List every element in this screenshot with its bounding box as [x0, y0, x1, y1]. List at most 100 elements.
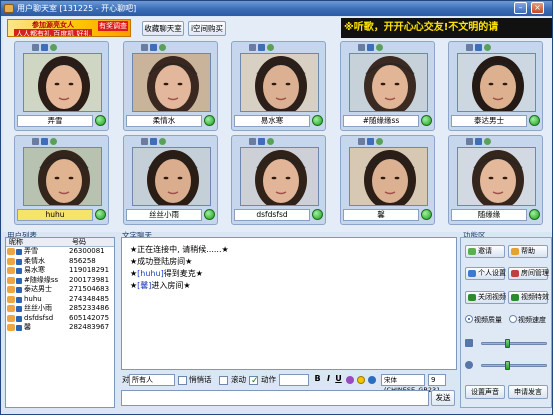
- ad-banner[interactable]: 参加源亮女人 人人都有礼 百度机 好礼 有奖调查: [7, 19, 131, 37]
- camera-icon: [16, 306, 22, 312]
- user-list[interactable]: 昵称 号码 弄雪 26300081 柔情水 856258 易水寒 119018291 #随缘…: [5, 237, 115, 408]
- marquee-banner: ※听歌，开开心心交友!不文明的请: [341, 18, 552, 38]
- mic-slider-thumb[interactable]: [505, 361, 510, 370]
- camera-icon[interactable]: [204, 209, 215, 220]
- volume-slider-track[interactable]: [481, 342, 547, 345]
- avatar-icon: [7, 257, 15, 265]
- cell-status-icons: [358, 138, 385, 146]
- personal-settings-button[interactable]: 个人设置: [465, 267, 506, 280]
- underline-button[interactable]: U: [334, 374, 343, 384]
- video-cell[interactable]: huhu: [14, 135, 109, 225]
- user-list-row[interactable]: 弄雪 26300081: [6, 247, 114, 257]
- video-feed[interactable]: [132, 147, 211, 206]
- mic-slider-track[interactable]: [481, 364, 547, 367]
- video-cell[interactable]: dsfdsfsd: [231, 135, 326, 225]
- userlist-header: 昵称 号码: [6, 238, 114, 247]
- user-list-row[interactable]: dsfdsfsd 605142075: [6, 314, 114, 324]
- user-nickname: 馨: [24, 323, 31, 331]
- user-list-row[interactable]: 泰达男士 271504683: [6, 285, 114, 295]
- online-icon: [484, 138, 491, 145]
- video-cell[interactable]: 泰达男士: [448, 41, 543, 131]
- video-feed[interactable]: [23, 147, 102, 206]
- video-feed[interactable]: [23, 53, 102, 112]
- user-list-row[interactable]: 馨 282483967: [6, 323, 114, 333]
- video-feed[interactable]: [349, 53, 428, 112]
- user-icon: [466, 44, 473, 51]
- close-button[interactable]: ×: [531, 2, 544, 14]
- action-checkbox[interactable]: ✓: [249, 376, 259, 386]
- request-speak-button[interactable]: 申请发言: [508, 385, 548, 399]
- room-manage-button[interactable]: 房间管理: [508, 267, 549, 280]
- video-feed[interactable]: [349, 147, 428, 206]
- microphone-icon: [41, 44, 48, 51]
- video-cell[interactable]: 柔情水: [123, 41, 218, 131]
- camera-icon[interactable]: [204, 115, 215, 126]
- camera-icon[interactable]: [421, 115, 432, 126]
- chat-message: ★[馨]进入房间★: [130, 281, 191, 290]
- video-feed[interactable]: [240, 147, 319, 206]
- video-feed[interactable]: [132, 53, 211, 112]
- video-cell[interactable]: #随缘缘ss: [340, 41, 435, 131]
- camera-icon[interactable]: [95, 209, 106, 220]
- help-button[interactable]: 帮助: [508, 245, 548, 258]
- camera-icon[interactable]: [95, 115, 106, 126]
- online-icon: [267, 44, 274, 51]
- cell-status-icons: [32, 138, 59, 146]
- sound-settings-button[interactable]: 设置声音: [465, 385, 505, 399]
- video-quality-radio[interactable]: [465, 315, 473, 323]
- chat-username[interactable]: [馨]: [137, 281, 151, 290]
- italic-button[interactable]: I: [324, 374, 333, 384]
- send-button[interactable]: 发送: [431, 390, 455, 406]
- user-list-row[interactable]: 柔情水 856258: [6, 257, 114, 267]
- close-video-label: 关闭视频: [478, 293, 506, 301]
- video-effects-button[interactable]: 视频特效: [508, 291, 549, 304]
- font-size-select[interactable]: 9: [428, 374, 446, 386]
- invite-button[interactable]: 邀请: [465, 245, 505, 258]
- camera-icon[interactable]: [421, 209, 432, 220]
- volume-slider-thumb[interactable]: [505, 339, 510, 348]
- camera-icon[interactable]: [529, 115, 540, 126]
- message-input[interactable]: [121, 390, 429, 406]
- video-feed[interactable]: [240, 53, 319, 112]
- font-select[interactable]: 宋体 (CHINESE_GB231: [381, 374, 440, 394]
- user-list-row[interactable]: huhu 274348485: [6, 295, 114, 305]
- action-select[interactable]: [279, 374, 309, 386]
- video-cell[interactable]: 馨: [340, 135, 435, 225]
- title-bar[interactable]: 用户聊天室 [131225 - 开心聊吧] – ×: [1, 1, 552, 16]
- video-cell[interactable]: 弄雪: [14, 41, 109, 131]
- camera-icon[interactable]: [312, 115, 323, 126]
- user-list-row[interactable]: 易水寒 119018291: [6, 266, 114, 276]
- recipient-select[interactable]: 所有人: [129, 374, 175, 386]
- space-purchase-button[interactable]: i空间购买: [188, 21, 226, 36]
- camera-icon[interactable]: [529, 209, 540, 220]
- color-icon[interactable]: [346, 376, 354, 384]
- cell-name: huhu: [17, 209, 93, 221]
- action-label: 动作: [261, 375, 276, 384]
- music-icon[interactable]: [368, 376, 376, 384]
- user-list-row[interactable]: 丝丝小雨 285233486: [6, 304, 114, 314]
- col-nickname[interactable]: 昵称: [9, 238, 23, 247]
- close-video-button[interactable]: 关闭视频: [465, 291, 506, 304]
- private-checkbox[interactable]: [178, 376, 187, 385]
- minimize-button[interactable]: –: [514, 2, 527, 14]
- user-nickname: 泰达男士: [24, 285, 52, 293]
- bold-button[interactable]: B: [313, 374, 322, 384]
- microphone-icon: [475, 138, 482, 145]
- video-cell[interactable]: 丝丝小雨: [123, 135, 218, 225]
- camera-icon[interactable]: [312, 209, 323, 220]
- video-feed[interactable]: [457, 53, 536, 112]
- user-list-row[interactable]: #随缘缘ss 200173981: [6, 276, 114, 286]
- scroll-checkbox[interactable]: [219, 376, 228, 385]
- chat-log[interactable]: ★正在连接中, 请稍候......★ ★成功登陆房间★ ★[huhu]得到麦克★ ★[…: [121, 237, 457, 370]
- user-icon: [249, 138, 256, 145]
- emoticon-icon[interactable]: [357, 376, 365, 384]
- cell-name: 柔情水: [126, 115, 202, 127]
- chat-username[interactable]: [huhu]: [137, 269, 164, 278]
- video-speed-radio[interactable]: [509, 315, 517, 323]
- video-cell[interactable]: 易水寒: [231, 41, 326, 131]
- user-number: 119018291: [69, 266, 110, 274]
- favorite-room-button[interactable]: 收藏聊天室: [142, 21, 184, 36]
- video-cell[interactable]: 随缘缘: [448, 135, 543, 225]
- col-number[interactable]: 号码: [72, 238, 86, 247]
- video-feed[interactable]: [457, 147, 536, 206]
